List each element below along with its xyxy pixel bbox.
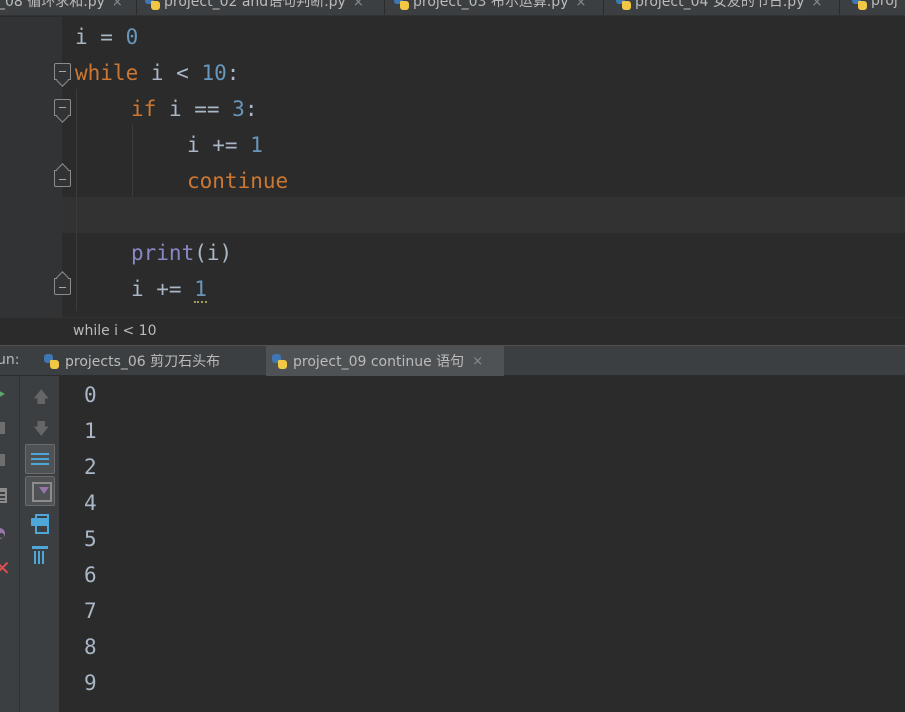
- tab-close-icon[interactable]: ×: [112, 0, 123, 10]
- code-token: i <: [138, 61, 202, 85]
- console-line: 8: [84, 635, 97, 659]
- editor-tab-label: project_02 and语句判断.py: [164, 0, 346, 10]
- console-line: 1: [84, 419, 97, 443]
- console-output[interactable]: 0 1 2 4 5 6 7 8 9: [61, 376, 905, 712]
- run-tab-label: projects_06 剪刀石头布: [65, 354, 221, 370]
- code-line: i = 0: [75, 19, 138, 55]
- python-file-icon: [394, 0, 409, 10]
- editor-tab-label: proj: [871, 0, 898, 9]
- run-panel-label: un:: [0, 352, 20, 368]
- code-line: continue: [187, 163, 288, 199]
- code-line: print(i): [131, 235, 232, 271]
- console-line: 6: [84, 563, 97, 587]
- editor-tab-bar: _08 循环求和.py × project_02 and语句判断.py × pr…: [0, 0, 905, 16]
- tab-close-icon[interactable]: ×: [811, 0, 822, 10]
- code-token: :: [226, 61, 240, 85]
- stop-icon[interactable]: [0, 422, 5, 434]
- pin-tab-icon[interactable]: [0, 528, 7, 542]
- breadcrumb-item[interactable]: while i < 10: [73, 323, 157, 339]
- close-run-icon[interactable]: ✕: [0, 558, 14, 578]
- editor-tab[interactable]: proj: [852, 0, 905, 15]
- code-number: 10: [201, 61, 227, 85]
- fold-end-icon[interactable]: [54, 163, 71, 187]
- print-icon[interactable]: [31, 514, 49, 534]
- console-line: 4: [84, 491, 97, 515]
- console-line: 9: [84, 671, 97, 695]
- code-keyword: if: [131, 97, 157, 121]
- trash-icon[interactable]: [32, 546, 48, 564]
- editor-tab-label: project_04 女友的节日.py: [635, 0, 805, 10]
- code-line: if i == 3:: [131, 91, 257, 127]
- python-file-icon: [44, 353, 59, 369]
- editor-tab-label: project_03 布尔运算.py: [413, 0, 569, 10]
- console-line: 5: [84, 527, 97, 551]
- rerun-icon[interactable]: [0, 388, 5, 400]
- code-number: 3: [232, 97, 245, 121]
- code-editor[interactable]: i = 0 while i < 10: if i == 3: i += 1 co…: [0, 17, 905, 317]
- run-tab-label: project_09 continue 语句: [293, 354, 465, 370]
- soft-wrap-icon[interactable]: [25, 444, 55, 474]
- console-line: 0: [84, 383, 97, 407]
- fold-collapse-icon[interactable]: [54, 99, 71, 123]
- pause-icon[interactable]: [0, 454, 5, 466]
- python-file-icon: [272, 353, 287, 369]
- code-line: i += 1: [131, 271, 207, 307]
- run-tab-bar: un: projects_06 剪刀石头布 project_09 continu…: [0, 345, 905, 376]
- code-builtin: print: [131, 241, 195, 265]
- code-keyword: while: [75, 61, 139, 85]
- run-toolbar-secondary: 🡅 🡇: [20, 376, 60, 712]
- indent-guide: [76, 89, 77, 311]
- console-line: 2: [84, 455, 97, 479]
- run-toolbar-primary: ✕: [0, 376, 20, 712]
- editor-tab[interactable]: project_03 布尔运算.py ×: [394, 0, 604, 15]
- ide-window: _08 循环求和.py × project_02 and语句判断.py × pr…: [0, 0, 905, 712]
- fold-collapse-icon[interactable]: [54, 63, 71, 87]
- scroll-to-end-icon[interactable]: [25, 476, 55, 506]
- indent-guide: [132, 125, 133, 197]
- code-token: i: [75, 25, 88, 49]
- arrow-up-icon[interactable]: 🡅: [33, 386, 53, 406]
- editor-tab-label: _08 循环求和.py: [0, 0, 105, 10]
- code-token: i +=: [131, 277, 195, 301]
- code-token: (i): [194, 241, 233, 265]
- arrow-down-icon[interactable]: 🡇: [33, 418, 53, 438]
- dump-threads-icon[interactable]: [0, 488, 7, 503]
- run-tab[interactable]: projects_06 剪刀石头布: [38, 346, 259, 376]
- python-file-icon: [145, 0, 160, 10]
- fold-end-icon[interactable]: [54, 271, 71, 295]
- code-number: 1: [250, 133, 263, 157]
- code-line: i += 1: [187, 127, 263, 163]
- python-file-icon: [616, 0, 631, 10]
- code-token: i ==: [156, 97, 233, 121]
- code-token: :: [244, 97, 258, 121]
- current-line-highlight: [62, 197, 905, 233]
- tab-close-icon[interactable]: ×: [472, 354, 483, 369]
- code-keyword: continue: [187, 169, 289, 193]
- editor-gutter: [0, 17, 62, 317]
- code-token: =: [87, 25, 126, 49]
- python-file-icon: [852, 0, 867, 10]
- code-token: i +=: [187, 133, 251, 157]
- tab-close-icon[interactable]: ×: [353, 0, 364, 10]
- editor-tab[interactable]: project_04 女友的节日.py ×: [616, 0, 840, 15]
- code-number: 0: [125, 25, 139, 49]
- run-tab-active[interactable]: project_09 continue 语句 ×: [266, 346, 504, 376]
- breadcrumb[interactable]: while i < 10: [0, 317, 905, 345]
- editor-tab[interactable]: project_02 and语句判断.py ×: [145, 0, 385, 15]
- editor-tab[interactable]: _08 循环求和.py ×: [0, 0, 137, 15]
- tab-close-icon[interactable]: ×: [575, 0, 586, 10]
- console-line: 7: [84, 599, 97, 623]
- code-number: 1: [194, 277, 207, 303]
- code-line: while i < 10:: [75, 55, 239, 91]
